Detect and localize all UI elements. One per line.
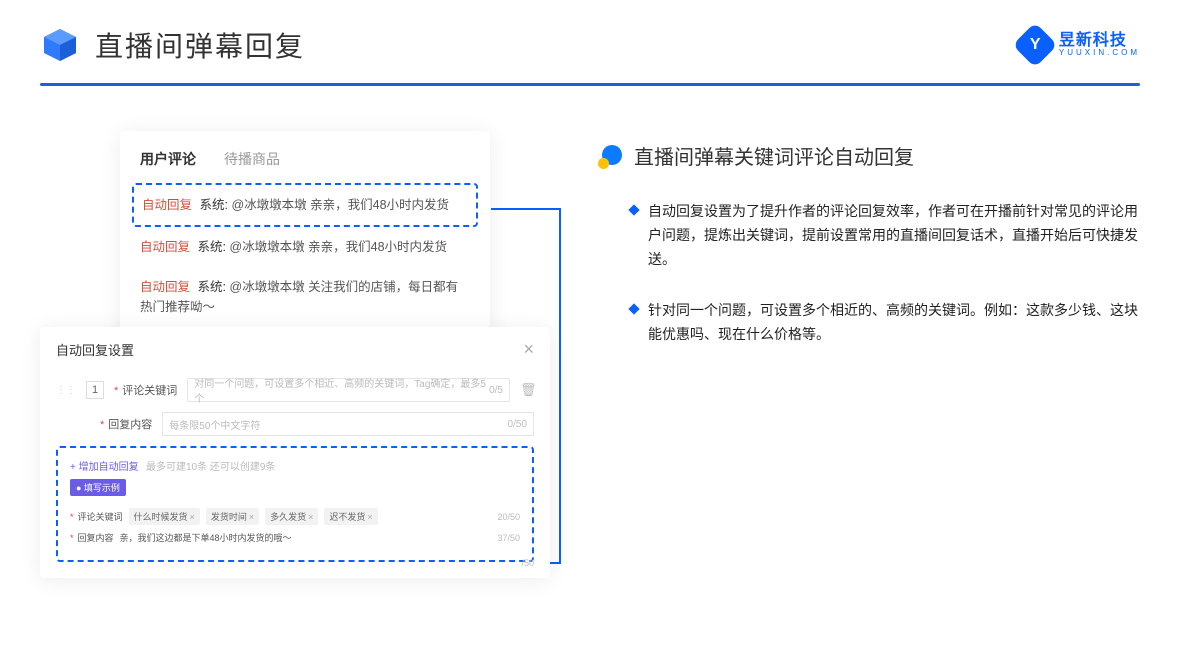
comment-text: @冰墩墩本墩 亲亲，我们48小时内发货 — [229, 240, 447, 254]
page-title: 直播间弹幕回复 — [95, 25, 305, 65]
tag-chip[interactable]: 什么时候发货× — [129, 508, 200, 525]
auto-reply-tag: 自动回复 — [140, 240, 190, 254]
system-label: 系统: — [198, 280, 226, 294]
tab-user-comments[interactable]: 用户评论 — [140, 149, 196, 169]
placeholder-text: 每条限50个中文字符 — [169, 417, 260, 432]
comment-text: @冰墩墩本墩 亲亲，我们48小时内发货 — [231, 198, 449, 212]
close-icon[interactable]: × — [523, 339, 534, 360]
example-content-text: 亲，我们这边都是下单48小时内发货的哦～ — [120, 531, 292, 544]
settings-title: 自动回复设置 — [56, 340, 134, 359]
auto-reply-tag: 自动回复 — [140, 280, 190, 294]
chat-bubble-icon — [600, 145, 622, 167]
brand-logo-group: Y 昱新科技 YUUXIN.COM — [1019, 29, 1140, 61]
cube-icon — [40, 25, 80, 65]
example-kw-counter: 20/50 — [497, 512, 520, 522]
system-label: 系统: — [200, 198, 228, 212]
brand-url: YUUXIN.COM — [1059, 49, 1140, 58]
example-content-counter: 37/50 — [497, 533, 520, 543]
bullet-text: 针对同一个问题，可设置多个相近的、高频的关键词。例如：这款多少钱、这块能优惠吗、… — [648, 299, 1140, 347]
section-title: 直播间弹幕关键词评论自动回复 — [634, 141, 914, 170]
tag-chip[interactable]: 迟不发货× — [324, 508, 377, 525]
content-label: *回复内容 — [100, 416, 152, 432]
comment-item: 自动回复 系统: @冰墩墩本墩 关注我们的店铺，每日都有热门推荐呦～ — [140, 267, 470, 327]
diamond-icon — [628, 204, 639, 215]
connector-line — [559, 208, 561, 564]
keyword-counter: 0/5 — [489, 385, 503, 396]
connector-line — [491, 208, 561, 210]
add-auto-reply-link[interactable]: + 增加自动回复 — [70, 462, 139, 473]
comment-item: 自动回复 系统: @冰墩墩本墩 亲亲，我们48小时内发货 — [140, 227, 470, 267]
example-box: + 增加自动回复 最多可建10条 还可以创建9条 ● 填写示例 *评论关键词 什… — [56, 446, 534, 562]
placeholder-text: 对同一个问题，可设置多个相近、高频的关键词，Tag确定，最多5个 — [194, 375, 489, 405]
brand-logo-icon: Y — [1012, 22, 1057, 67]
system-label: 系统: — [198, 240, 226, 254]
comment-item-highlighted: 自动回复 系统: @冰墩墩本墩 亲亲，我们48小时内发货 — [132, 183, 478, 227]
add-hint: 最多可建10条 还可以创建9条 — [146, 462, 275, 473]
example-kw-label: *评论关键词 — [70, 510, 123, 523]
comments-card: 用户评论 待播商品 自动回复 系统: @冰墩墩本墩 亲亲，我们48小时内发货 自… — [120, 131, 490, 357]
brand-name: 昱新科技 — [1059, 32, 1140, 50]
tag-chip[interactable]: 发货时间× — [206, 508, 259, 525]
index-box: 1 — [86, 381, 104, 399]
bullet-text: 自动回复设置为了提升作者的评论回复效率，作者可在开播前针对常见的评论用户问题，提… — [648, 200, 1140, 271]
content-input[interactable]: 每条限50个中文字符 0/50 — [162, 412, 534, 436]
trash-icon[interactable]: 🗑 — [520, 382, 534, 398]
example-badge: ● 填写示例 — [70, 479, 126, 496]
tab-products[interactable]: 待播商品 — [224, 149, 280, 169]
tag-chip[interactable]: 多久发货× — [265, 508, 318, 525]
stray-counter: /50 — [521, 558, 534, 568]
bullet-item: 针对同一个问题，可设置多个相近的、高频的关键词。例如：这款多少钱、这块能优惠吗、… — [600, 299, 1140, 347]
drag-handle-icon[interactable]: ⋮⋮ — [56, 385, 76, 396]
example-content-label: *回复内容 — [70, 531, 114, 544]
content-counter: 0/50 — [508, 419, 527, 430]
auto-reply-tag: 自动回复 — [142, 198, 192, 212]
diamond-icon — [628, 304, 639, 315]
keyword-label: *评论关键词 — [114, 382, 177, 398]
bullet-item: 自动回复设置为了提升作者的评论回复效率，作者可在开播前针对常见的评论用户问题，提… — [600, 200, 1140, 271]
settings-card: 自动回复设置 × ⋮⋮ 1 *评论关键词 对同一个问题，可设置多个相近、高频的关… — [40, 327, 550, 578]
keyword-input[interactable]: 对同一个问题，可设置多个相近、高频的关键词，Tag确定，最多5个 0/5 — [187, 378, 510, 402]
